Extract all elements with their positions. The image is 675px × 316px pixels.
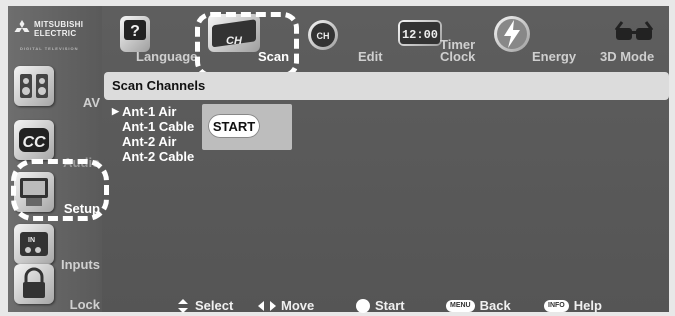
tab-label: Language xyxy=(136,49,198,64)
menu-badge: MENU xyxy=(446,299,475,312)
3d-glasses-icon xyxy=(614,20,654,46)
tab-ch[interactable]: CH xyxy=(308,6,348,68)
tab-edit[interactable]: Edit xyxy=(352,6,392,68)
mitsubishi-logo-icon xyxy=(14,20,30,32)
hint-start-label: Start xyxy=(375,298,405,313)
hint-select-label: Select xyxy=(195,298,234,313)
tab-3d-mode[interactable]: 3D Mode xyxy=(596,6,663,68)
speakers-icon xyxy=(14,66,54,106)
sidebar-item-label: AV xyxy=(82,95,100,110)
list-item[interactable]: Ant-2 Air xyxy=(112,134,212,149)
tab-energy[interactable]: Energy xyxy=(494,6,584,68)
list-item[interactable]: Ant-1 Cable xyxy=(112,119,212,134)
brand-line1: MITSUBISHI xyxy=(34,20,84,29)
tab-label: 3D Mode xyxy=(600,49,655,64)
cc-icon: CC xyxy=(14,120,54,160)
clock-display: 12:00 xyxy=(402,28,438,42)
setup-highlight-outline xyxy=(11,159,109,221)
hint-start: Start xyxy=(356,298,405,313)
brand-line3: DIGITAL TELEVISION xyxy=(20,46,79,51)
hint-back: MENU Back xyxy=(446,298,511,313)
svg-text:IN: IN xyxy=(28,237,35,244)
start-button[interactable]: START xyxy=(208,114,260,138)
svg-text:CH: CH xyxy=(317,31,330,41)
hint-back-label: Back xyxy=(479,298,511,313)
list-item[interactable]: Ant-2 Cable xyxy=(112,149,212,164)
channel-list: Ant-1 Air Ant-1 Cable Ant-2 Air Ant-2 Ca… xyxy=(112,104,212,164)
hint-move-label: Move xyxy=(281,298,315,313)
sidebar-item-label: Lock xyxy=(69,297,100,312)
enter-button-icon xyxy=(356,298,370,313)
tab-label: Energy xyxy=(532,49,577,64)
tab-label: Edit xyxy=(358,49,383,64)
language-icon: ? xyxy=(120,16,150,52)
scan-highlight-outline xyxy=(195,12,299,78)
tab-language[interactable]: ? Language xyxy=(112,6,197,68)
ch-icon: CH xyxy=(308,20,338,50)
energy-icon xyxy=(494,16,530,52)
panel-title-bar: Scan Channels xyxy=(104,72,669,100)
sidebar-item-av[interactable]: AV xyxy=(8,60,102,116)
svg-text:CC: CC xyxy=(22,134,46,151)
updown-arrows-icon xyxy=(178,298,188,313)
inputs-icon: IN xyxy=(14,224,54,264)
hint-move: Move xyxy=(258,298,314,313)
info-badge: INFO xyxy=(544,299,569,312)
list-item[interactable]: Ant-1 Air xyxy=(112,104,212,119)
brand-line2: ELECTRIC xyxy=(34,29,77,38)
svg-text:?: ? xyxy=(130,23,140,40)
brand-logo: MITSUBISHI ELECTRIC DIGITAL TELEVISION xyxy=(14,16,100,54)
tab-timer-clock[interactable]: 12:00 Timer Clock xyxy=(398,6,488,68)
top-menu-bar: ? Language CH Scan CH Edit 12:00 Timer C… xyxy=(102,6,663,68)
start-panel: START xyxy=(202,104,292,150)
footer-hints: Select Move Start MENU Back INFO Help xyxy=(170,298,660,314)
hint-help: INFO Help xyxy=(544,298,602,313)
leftright-arrows-icon xyxy=(258,300,276,311)
sidebar-item-lock[interactable]: Lock xyxy=(8,262,102,312)
panel-title: Scan Channels xyxy=(112,78,206,93)
hint-help-label: Help xyxy=(573,298,602,313)
tab-label-line2: Clock xyxy=(440,49,476,64)
lock-icon xyxy=(14,264,54,304)
hint-select: Select xyxy=(176,298,233,313)
clock-icon: 12:00 xyxy=(398,20,442,46)
